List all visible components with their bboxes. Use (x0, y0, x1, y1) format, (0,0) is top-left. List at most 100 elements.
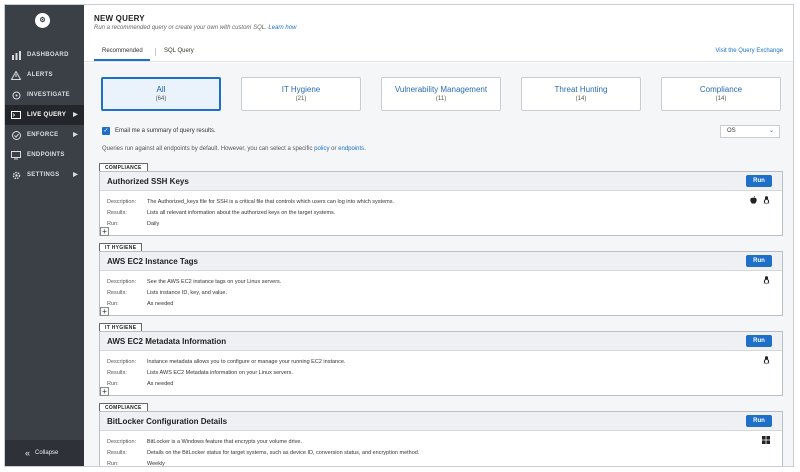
chevron-down-icon: ⌄ (768, 128, 774, 134)
expand-button[interactable]: + (100, 307, 109, 316)
os-select[interactable]: OS ⌄ (720, 125, 780, 138)
query-title: BitLocker Configuration Details (107, 417, 228, 426)
query-card: IT HYGIENE AWS EC2 Instance Tags Run Des… (99, 243, 783, 316)
scope-note-or: or (331, 146, 337, 152)
sidebar-item-alerts[interactable]: ALERTS (5, 65, 84, 85)
query-results: Details on the BitLocker status for targ… (147, 449, 420, 456)
email-summary-checkbox[interactable]: ✓ (102, 127, 110, 135)
sidebar-item-label: INVESTIGATE (27, 92, 70, 98)
run-button[interactable]: Run (746, 335, 772, 347)
learn-how-link[interactable]: Learn how (268, 25, 296, 31)
sidebar-item-endpoints[interactable]: ENDPOINTS (5, 145, 84, 165)
logo-glyph: ⚙ (39, 17, 46, 24)
query-title: Authorized SSH Keys (107, 177, 189, 186)
category-count: (21) (295, 96, 307, 102)
endpoints-link[interactable]: endpoints (338, 146, 364, 152)
description-label: Description: (107, 438, 137, 445)
results-label: Results: (107, 369, 127, 376)
sidebar-nav: DASHBOARD ALERTS INVESTIGATE LIVE QUERY (5, 45, 84, 185)
content-area: All (64) IT Hygiene (21) Vulnerability M… (84, 63, 793, 466)
category-filters: All (64) IT Hygiene (21) Vulnerability M… (101, 77, 781, 111)
run-label: Run: (107, 380, 119, 387)
query-box: BitLocker Configuration Details Run Desc… (99, 411, 783, 467)
query-run-row: Run: As needed (107, 378, 345, 389)
description-label: Description: (107, 198, 137, 205)
query-run-row: Run: Weekly (107, 458, 419, 467)
sidebar-item-dashboard[interactable]: DASHBOARD (5, 45, 84, 65)
tab-recommended[interactable]: Recommended (102, 48, 143, 54)
run-button[interactable]: Run (746, 255, 772, 267)
category-compliance[interactable]: Compliance (14) (661, 77, 781, 111)
gear-icon (11, 170, 21, 180)
warning-icon (11, 70, 21, 80)
query-card: IT HYGIENE AWS EC2 Metadata Information … (99, 323, 783, 396)
query-header: Authorized SSH Keys Run (100, 172, 782, 191)
scope-note-text: Queries run against all endpoints by def… (102, 146, 313, 152)
linux-icon (763, 196, 770, 206)
expand-button[interactable]: + (100, 387, 109, 396)
chevron-right-icon: ▶ (73, 132, 78, 138)
tab-bar: Recommended SQL Query Visit the Query Ex… (84, 44, 793, 62)
category-name: Vulnerability Management (394, 85, 488, 94)
email-summary-label: Email me a summary of query results. (115, 128, 216, 134)
query-list: COMPLIANCE Authorized SSH Keys Run Descr… (99, 163, 783, 467)
query-description-row: Description: The Authorized_keys file fo… (107, 196, 394, 207)
category-name: IT Hygiene (281, 85, 321, 94)
sidebar-item-enforce[interactable]: ENFORCE ▶ (5, 125, 84, 145)
page-subtitle: Run a recommended query or create your o… (94, 25, 296, 31)
sidebar-item-investigate[interactable]: INVESTIGATE (5, 85, 84, 105)
page-subtitle-text: Run a recommended query or create your o… (94, 25, 267, 31)
sidebar-item-live-query[interactable]: LIVE QUERY ▶ (5, 105, 84, 125)
sidebar-item-settings[interactable]: SETTINGS ▶ (5, 165, 84, 185)
expand-button[interactable]: + (100, 227, 109, 236)
query-box: AWS EC2 Instance Tags Run Description: S… (99, 251, 783, 316)
query-description: See the AWS EC2 instance tags on your Li… (147, 278, 282, 285)
query-run-frequency: Daily (147, 220, 160, 227)
category-count: (14) (575, 96, 587, 102)
query-header: AWS EC2 Instance Tags Run (100, 252, 782, 271)
sidebar-item-label: ALERTS (27, 72, 53, 78)
query-description-row: Description: BitLocker is a Windows feat… (107, 436, 419, 447)
sidebar-item-label: ENFORCE (27, 132, 59, 138)
query-title: AWS EC2 Instance Tags (107, 257, 198, 266)
query-description: The Authorized_keys file for SSH is a cr… (147, 198, 394, 205)
logo-icon[interactable]: ⚙ (35, 13, 50, 28)
terminal-icon (11, 110, 21, 120)
query-card: COMPLIANCE BitLocker Configuration Detai… (99, 403, 783, 467)
query-results: Lists instance ID, key, and value. (147, 289, 227, 296)
run-button[interactable]: Run (746, 175, 772, 187)
query-box: Authorized SSH Keys Run Description: The… (99, 171, 783, 236)
scope-note: Queries run against all endpoints by def… (102, 146, 366, 152)
policy-link[interactable]: policy (314, 146, 329, 152)
collapse-label: Collapse (35, 450, 59, 456)
category-all[interactable]: All (64) (101, 77, 221, 111)
linux-icon (763, 356, 770, 366)
query-results-row: Results: Lists AWS EC2 Metadata informat… (107, 367, 345, 378)
dashboard-icon (11, 50, 21, 60)
query-run-row: Run: Daily (107, 218, 394, 229)
run-label: Run: (107, 220, 119, 227)
query-header: BitLocker Configuration Details Run (100, 412, 782, 431)
app-window: ⚙ DASHBOARD ALERTS INVESTIGATE LIVE QUER… (4, 4, 794, 467)
query-exchange-link[interactable]: Visit the Query Exchange (715, 48, 783, 54)
results-label: Results: (107, 209, 127, 216)
query-header: AWS EC2 Metadata Information Run (100, 332, 782, 351)
category-name: All (156, 85, 166, 94)
query-results-row: Results: Lists instance ID, key, and val… (107, 287, 281, 298)
page-header: NEW QUERY Run a recommended query or cre… (94, 14, 296, 31)
scope-note-end: . (364, 146, 366, 152)
query-description-row: Description: See the AWS EC2 instance ta… (107, 276, 281, 287)
tab-sql-query[interactable]: SQL Query (164, 48, 194, 54)
query-run-frequency: As needed (147, 300, 174, 307)
category-vulnerability-management[interactable]: Vulnerability Management (11) (381, 77, 501, 111)
category-threat-hunting[interactable]: Threat Hunting (14) (521, 77, 641, 111)
sidebar-item-label: ENDPOINTS (27, 152, 65, 158)
collapse-button[interactable]: « Collapse (5, 440, 84, 466)
query-run-frequency: As needed (147, 380, 174, 387)
run-button[interactable]: Run (746, 415, 772, 427)
sidebar-item-label: DASHBOARD (27, 52, 69, 58)
page-title: NEW QUERY (94, 14, 145, 23)
category-it-hygiene[interactable]: IT Hygiene (21) (241, 77, 361, 111)
main-panel: NEW QUERY Run a recommended query or cre… (84, 5, 793, 466)
apple-icon (750, 196, 757, 206)
